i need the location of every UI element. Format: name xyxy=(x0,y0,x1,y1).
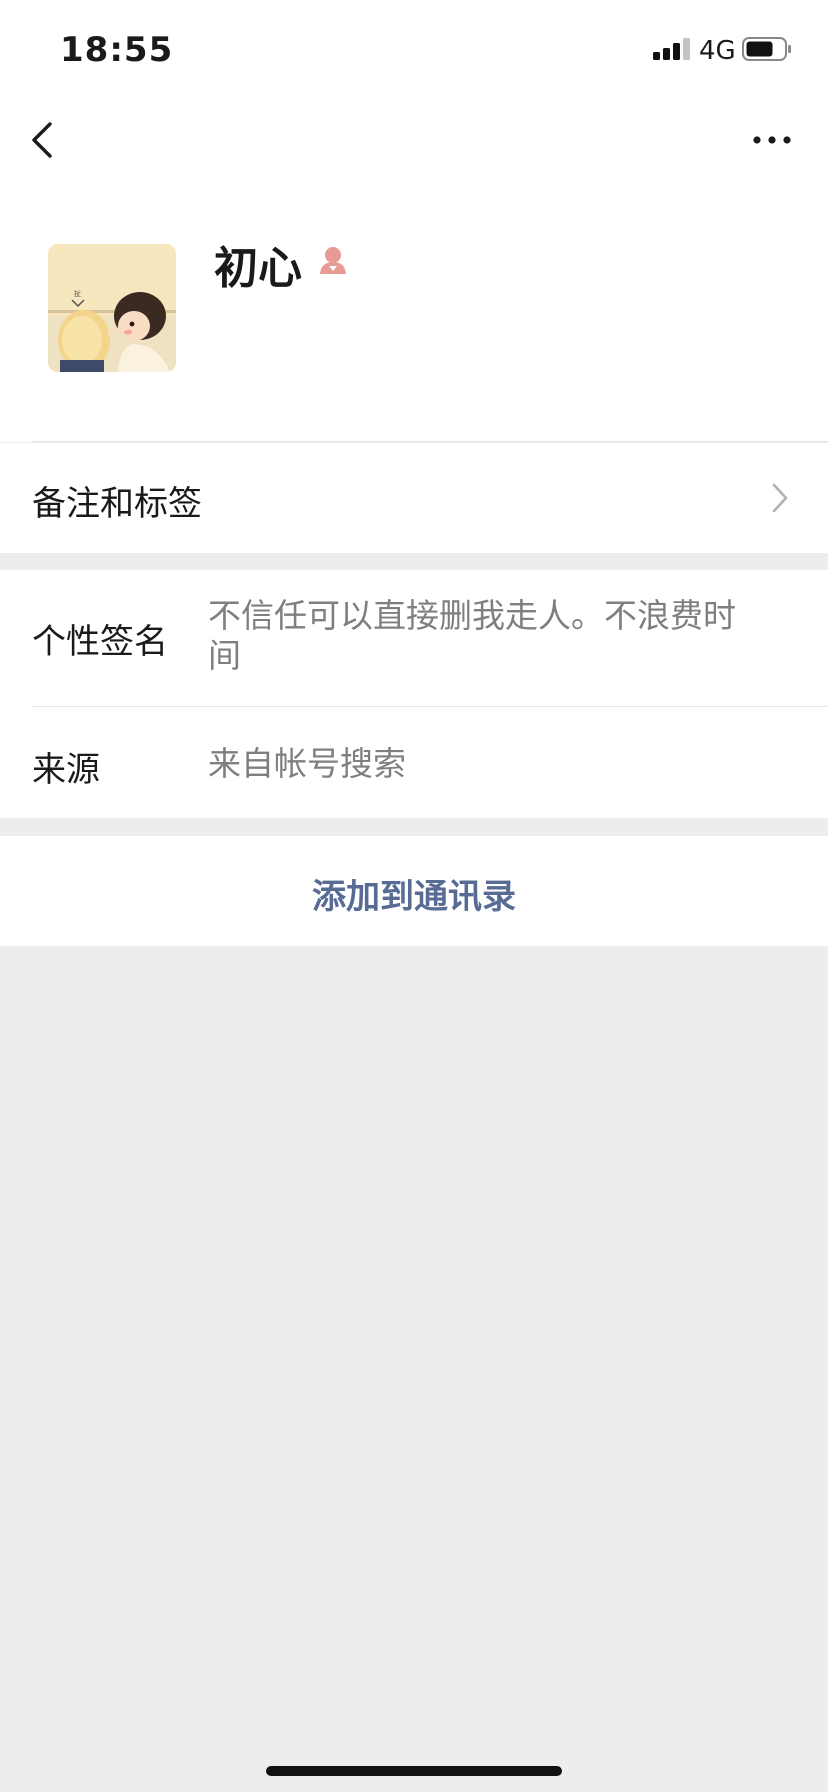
add-to-contacts-row[interactable]: 添加到通讯录 xyxy=(0,836,828,946)
source-value: 来自帐号搜索 xyxy=(208,744,406,783)
chevron-right-icon xyxy=(772,483,788,513)
source-label: 来源 xyxy=(32,750,100,790)
battery-icon xyxy=(742,37,791,61)
chevron-left-icon[interactable] xyxy=(28,118,60,162)
svg-text:扯: 扯 xyxy=(74,289,81,298)
more-dots-icon[interactable] xyxy=(752,128,792,152)
signal-icon xyxy=(653,38,690,60)
info-section: 个性签名 不信任可以直接删我走人。不浪费时间 来源 来自帐号搜索 xyxy=(0,570,828,818)
remark-label: 备注和标签 xyxy=(32,484,202,524)
status-time: 18:55 xyxy=(60,30,174,70)
status-bar: 18:55 4G xyxy=(0,0,828,100)
remark-and-tags-row[interactable]: 备注和标签 xyxy=(0,443,828,553)
home-indicator xyxy=(266,1766,562,1776)
profile-header: 扯 初心 xyxy=(0,180,828,442)
signature-value: 不信任可以直接删我走人。不浪费时间 xyxy=(208,596,736,675)
add-to-contacts-button[interactable]: 添加到通讯录 xyxy=(0,869,828,918)
nav-bar xyxy=(0,100,828,180)
info-divider xyxy=(32,706,828,707)
female-icon xyxy=(320,247,346,274)
network-label: 4G xyxy=(699,36,736,66)
profile-divider xyxy=(32,441,828,442)
signature-label: 个性签名 xyxy=(32,622,168,662)
profile-name: 初心 xyxy=(214,243,302,294)
avatar[interactable]: 扯 xyxy=(48,244,176,372)
